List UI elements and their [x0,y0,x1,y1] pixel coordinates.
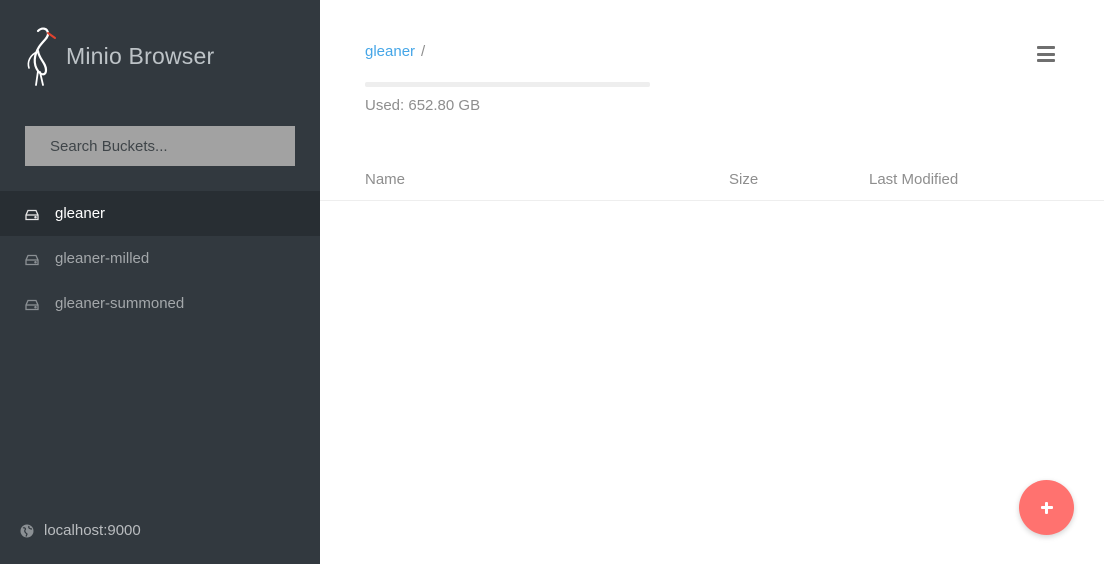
storage-usage-bar [365,82,650,87]
sidebar: Minio Browser gleaner [0,0,320,564]
plus-icon [1040,501,1053,514]
minio-heron-logo [27,27,56,86]
hdd-icon [25,253,39,265]
bucket-item-gleaner-summoned[interactable]: gleaner-summoned [0,281,320,326]
host-info: localhost:9000 [20,522,141,539]
storage-usage-text: Used: 652.80 GB [365,97,481,114]
hdd-icon [25,208,39,220]
bucket-label: gleaner-summoned [55,295,185,312]
column-header-last-modified[interactable]: Last Modified [869,171,958,188]
add-button[interactable] [1019,480,1074,535]
main-content: gleaner / Used: 652.80 GB Name Size Last… [320,0,1104,564]
bucket-label: gleaner-milled [55,250,150,267]
column-header-name[interactable]: Name [365,171,405,188]
breadcrumb-separator: / [421,43,426,60]
host-label: localhost:9000 [44,522,141,539]
app-title: Minio Browser [66,42,215,69]
column-header-size[interactable]: Size [729,171,758,188]
hamburger-menu-icon[interactable] [1034,43,1058,65]
bucket-item-gleaner[interactable]: gleaner [0,191,320,236]
search-buckets-input[interactable] [25,126,295,166]
search-container [25,126,295,166]
bucket-list: gleaner gleaner-milled gleaner-summoned [0,191,320,326]
brand[interactable]: Minio Browser [24,24,214,88]
breadcrumb-bucket-link[interactable]: gleaner [365,43,415,60]
hdd-icon [25,298,39,310]
object-table-header: Name Size Last Modified [320,160,1104,201]
bucket-label: gleaner [55,205,106,222]
minio-browser-app: Minio Browser gleaner [0,0,1104,564]
globe-icon [20,524,34,537]
breadcrumb: gleaner / [365,43,425,60]
bucket-item-gleaner-milled[interactable]: gleaner-milled [0,236,320,281]
